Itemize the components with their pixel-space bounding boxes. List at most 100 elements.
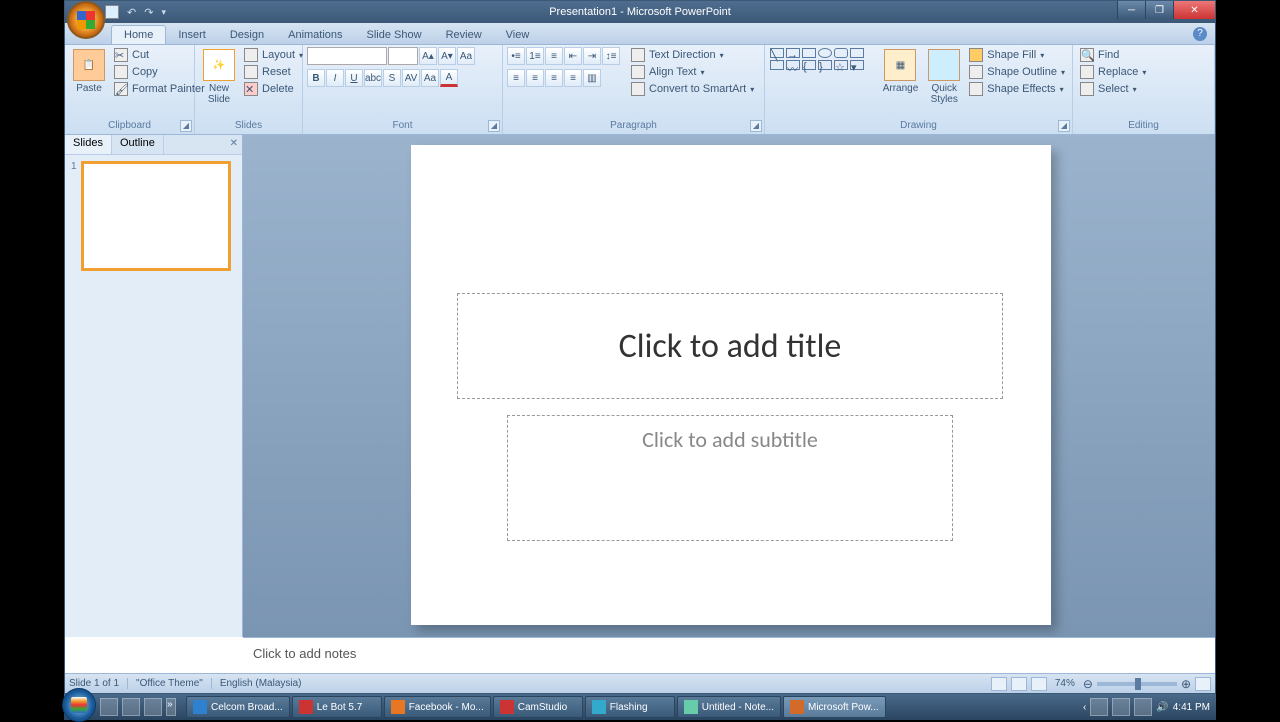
find-button[interactable]: 🔍Find <box>1077 47 1149 63</box>
taskbar-item[interactable]: CamStudio <box>493 696 583 718</box>
bullets-button[interactable]: •≡ <box>507 47 525 65</box>
shapes-gallery[interactable]: ╲→ 〰{}☆▾ <box>769 47 877 71</box>
case-button[interactable]: Aa <box>421 69 439 87</box>
shape-outline-button[interactable]: Shape Outline▾ <box>966 64 1068 80</box>
close-button[interactable]: ✕ <box>1173 1 1215 19</box>
line-spacing-button[interactable]: ↕≡ <box>602 47 620 65</box>
list-level-button[interactable]: ≡ <box>545 47 563 65</box>
font-family-select[interactable] <box>307 47 387 65</box>
align-text-button[interactable]: Align Text▾ <box>628 64 757 80</box>
paste-button[interactable]: 📋Paste <box>69 47 109 96</box>
clear-format-button[interactable]: Aa <box>457 47 475 65</box>
shadow-button[interactable]: abc <box>364 69 382 87</box>
strike-button[interactable]: S <box>383 69 401 87</box>
quicklaunch-desktop[interactable] <box>100 698 118 716</box>
notes-pane[interactable]: Click to add notes <box>243 637 1215 673</box>
text-direction-button[interactable]: Text Direction▾ <box>628 47 757 63</box>
convert-smartart-button[interactable]: Convert to SmartArt▾ <box>628 81 757 97</box>
minimize-button[interactable]: ─ <box>1117 1 1145 19</box>
tab-home[interactable]: Home <box>111 25 166 44</box>
tray-icon-2[interactable] <box>1112 698 1130 716</box>
status-language[interactable]: English (Malaysia) <box>220 678 302 689</box>
tray-volume-icon[interactable]: 🔊 <box>1156 702 1168 713</box>
zoom-in-button[interactable]: ⊕ <box>1181 677 1191 691</box>
new-slide-button[interactable]: ✨New Slide <box>199 47 239 107</box>
tab-view[interactable]: View <box>494 26 542 44</box>
panel-tab-outline[interactable]: Outline <box>112 135 164 154</box>
quicklaunch-ie[interactable] <box>144 698 162 716</box>
align-center-button[interactable]: ≡ <box>526 69 544 87</box>
normal-view-button[interactable] <box>991 677 1007 691</box>
redo-icon[interactable]: ↷ <box>144 6 153 19</box>
tab-design[interactable]: Design <box>218 26 276 44</box>
quicklaunch-explorer[interactable] <box>122 698 140 716</box>
start-button[interactable] <box>62 688 96 722</box>
taskbar-item[interactable]: Untitled - Note... <box>677 696 781 718</box>
justify-button[interactable]: ≡ <box>564 69 582 87</box>
layout-button[interactable]: Layout▾ <box>241 47 306 63</box>
replace-button[interactable]: Replace▾ <box>1077 64 1149 80</box>
clipboard-launcher[interactable]: ◢ <box>180 120 192 132</box>
taskbar-item[interactable]: Microsoft Pow... <box>783 696 886 718</box>
taskbar-item[interactable]: Celcom Broad... <box>186 696 290 718</box>
office-button[interactable] <box>67 1 105 39</box>
slide-thumbnail-1[interactable] <box>81 161 231 271</box>
copy-button[interactable]: Copy <box>111 64 208 80</box>
quick-styles-button[interactable]: Quick Styles <box>924 47 964 107</box>
shape-effects-button[interactable]: Shape Effects▾ <box>966 81 1068 97</box>
bold-button[interactable]: B <box>307 69 325 87</box>
taskbar-item[interactable]: Facebook - Mo... <box>384 696 491 718</box>
cut-button[interactable]: ✂Cut <box>111 47 208 63</box>
font-launcher[interactable]: ◢ <box>488 120 500 132</box>
tray-clock[interactable]: 4:41 PM <box>1173 702 1210 713</box>
panel-close-icon[interactable]: ✕ <box>230 138 238 149</box>
undo-icon[interactable]: ↶ <box>127 6 136 19</box>
dec-indent-button[interactable]: ⇤ <box>564 47 582 65</box>
panel-tab-slides[interactable]: Slides <box>65 135 112 154</box>
fit-window-button[interactable] <box>1195 677 1211 691</box>
font-color-button[interactable]: A <box>440 69 458 87</box>
taskbar-item[interactable]: Flashing <box>585 696 675 718</box>
font-size-select[interactable] <box>388 47 418 65</box>
quicklaunch-more[interactable]: » <box>166 698 176 716</box>
slide-editor[interactable]: Click to add title Click to add subtitle <box>243 135 1215 637</box>
tab-review[interactable]: Review <box>434 26 494 44</box>
maximize-button[interactable]: ❐ <box>1145 1 1173 19</box>
drawing-launcher[interactable]: ◢ <box>1058 120 1070 132</box>
shrink-font-button[interactable]: A▾ <box>438 47 456 65</box>
slide-canvas[interactable]: Click to add title Click to add subtitle <box>411 145 1051 625</box>
tab-insert[interactable]: Insert <box>166 26 218 44</box>
format-painter-button[interactable]: 🖌Format Painter <box>111 81 208 97</box>
tab-animations[interactable]: Animations <box>276 26 354 44</box>
numbering-button[interactable]: 1≡ <box>526 47 544 65</box>
title-placeholder[interactable]: Click to add title <box>457 293 1003 399</box>
inc-indent-button[interactable]: ⇥ <box>583 47 601 65</box>
sorter-view-button[interactable] <box>1011 677 1027 691</box>
tray-expand-icon[interactable]: ‹ <box>1083 702 1086 713</box>
arrange-button[interactable]: ▦Arrange <box>879 47 923 96</box>
taskbar-item[interactable]: Le Bot 5.7 <box>292 696 382 718</box>
qat-more-icon[interactable]: ▾ <box>161 7 166 18</box>
shape-fill-button[interactable]: Shape Fill▾ <box>966 47 1068 63</box>
tray-icon-1[interactable] <box>1090 698 1108 716</box>
align-right-button[interactable]: ≡ <box>545 69 563 87</box>
grow-font-button[interactable]: A▴ <box>419 47 437 65</box>
zoom-out-button[interactable]: ⊖ <box>1083 677 1093 691</box>
delete-button[interactable]: ✕Delete <box>241 81 306 97</box>
slideshow-view-button[interactable] <box>1031 677 1047 691</box>
italic-button[interactable]: I <box>326 69 344 87</box>
zoom-slider[interactable] <box>1097 682 1177 686</box>
spacing-button[interactable]: AV <box>402 69 420 87</box>
underline-button[interactable]: U <box>345 69 363 87</box>
save-icon[interactable] <box>105 5 119 19</box>
tab-slideshow[interactable]: Slide Show <box>355 26 434 44</box>
reset-button[interactable]: Reset <box>241 64 306 80</box>
tray-icon-3[interactable] <box>1134 698 1152 716</box>
align-left-button[interactable]: ≡ <box>507 69 525 87</box>
columns-button[interactable]: ▥ <box>583 69 601 87</box>
subtitle-placeholder[interactable]: Click to add subtitle <box>507 415 953 541</box>
help-icon[interactable]: ? <box>1193 27 1207 41</box>
select-button[interactable]: Select▾ <box>1077 81 1149 97</box>
zoom-percent[interactable]: 74% <box>1055 678 1075 689</box>
paragraph-launcher[interactable]: ◢ <box>750 120 762 132</box>
